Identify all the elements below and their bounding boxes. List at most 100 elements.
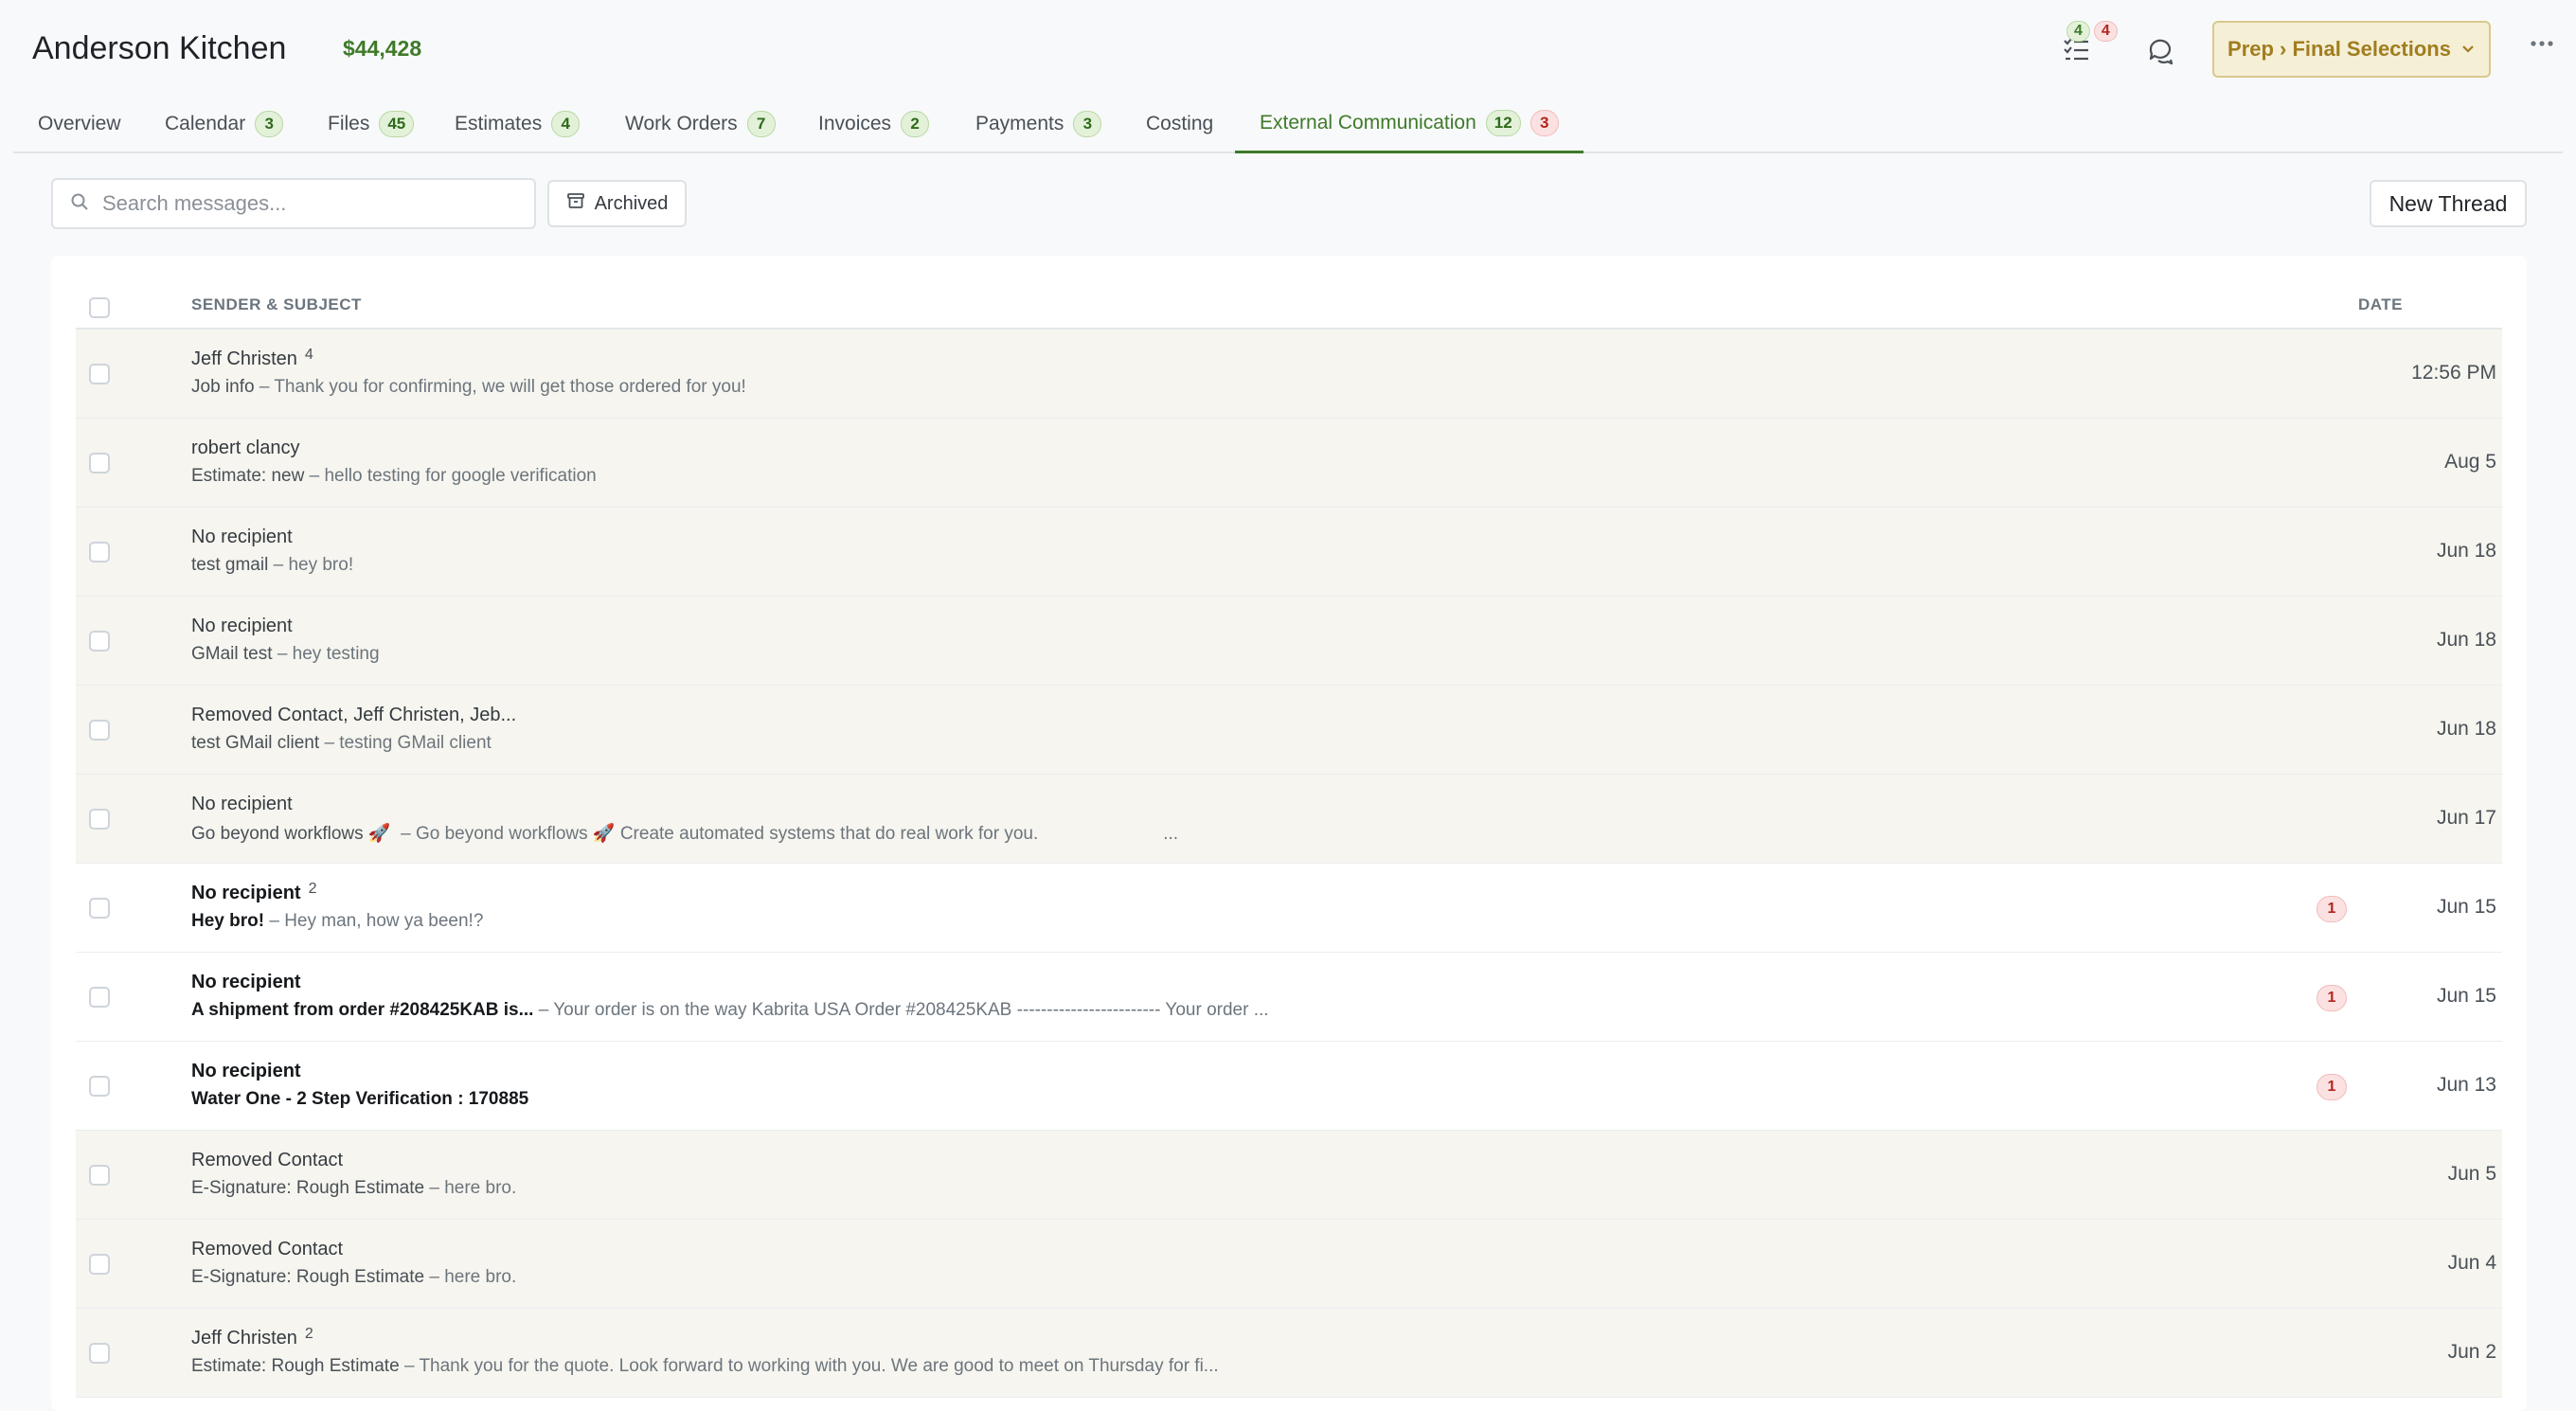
- tab-label: Overview: [38, 113, 121, 134]
- archived-label: Archived: [594, 192, 669, 214]
- message-subject: Hey bro!: [191, 911, 270, 931]
- row-checkbox[interactable]: [89, 631, 110, 652]
- tab-count-badge: 12: [1485, 109, 1521, 136]
- message-preview: – testing GMail client: [324, 733, 492, 753]
- chat-icon[interactable]: [2142, 32, 2180, 70]
- row-checkbox[interactable]: [89, 1076, 110, 1097]
- search-box[interactable]: [51, 178, 536, 229]
- message-preview: – here bro.: [429, 1178, 517, 1198]
- row-checkbox[interactable]: [89, 1343, 110, 1364]
- sender-name: Jeff Christen: [191, 1328, 297, 1348]
- sender-name: No recipient: [191, 527, 293, 547]
- row-checkbox[interactable]: [89, 809, 110, 830]
- tab-calendar[interactable]: Calendar 3: [165, 95, 284, 153]
- row-checkbox[interactable]: [89, 364, 110, 384]
- stage-dropdown-button[interactable]: Prep › Final Selections: [2212, 21, 2491, 78]
- message-row[interactable]: No recipient A shipment from order #2084…: [76, 953, 2502, 1042]
- row-checkbox[interactable]: [89, 1165, 110, 1186]
- message-date: Jun 13: [2436, 1074, 2496, 1096]
- message-date: Jun 15: [2436, 985, 2496, 1007]
- message-subject: test gmail: [191, 555, 274, 575]
- tab-overview[interactable]: Overview: [38, 95, 121, 153]
- sender-name: Removed Contact: [191, 1150, 344, 1170]
- message-subject: Water One - 2 Step Verification : 170885: [191, 1089, 529, 1109]
- tab-invoices[interactable]: Invoices 2: [818, 95, 930, 153]
- message-row[interactable]: No recipient Water One - 2 Step Verifica…: [76, 1042, 2502, 1131]
- chevron-down-icon: [2460, 37, 2476, 62]
- message-row[interactable]: No recipient Go beyond workflows 🚀 – Go …: [76, 775, 2502, 864]
- message-subject: Estimate: Rough Estimate: [191, 1356, 404, 1376]
- message-row[interactable]: No recipient 2 Hey bro! – Hey man, how ya…: [76, 864, 2502, 953]
- tab-estimates[interactable]: Estimates 4: [455, 95, 581, 153]
- message-preview: – here bro.: [429, 1267, 517, 1287]
- select-all-checkbox[interactable]: [89, 297, 110, 318]
- message-row[interactable]: No recipient GMail test – hey testing Ju…: [76, 597, 2502, 686]
- project-amount: $44,428: [343, 36, 422, 61]
- thread-count: 2: [308, 881, 317, 897]
- message-subject: Job info: [191, 377, 259, 397]
- message-preview: – hey testing: [277, 644, 380, 664]
- sender-name: No recipient: [191, 1061, 301, 1081]
- tab-bar: Overview Calendar 3 Files 45 Estimates 4…: [13, 95, 2563, 153]
- tab-external-communication[interactable]: External Communication 12 3: [1235, 95, 1583, 153]
- row-checkbox[interactable]: [89, 1254, 110, 1275]
- new-thread-button[interactable]: New Thread: [2370, 180, 2527, 227]
- search-icon: [70, 192, 89, 216]
- sender-name: No recipient: [191, 972, 301, 992]
- message-date: Jun 17: [2436, 807, 2496, 829]
- message-row[interactable]: No recipient test gmail – hey bro! Jun 1…: [76, 508, 2502, 597]
- tab-costing[interactable]: Costing: [1146, 95, 1213, 153]
- column-header-sender: SENDER & SUBJECT: [191, 295, 362, 313]
- sender-name: No recipient: [191, 616, 293, 636]
- message-subject: GMail test: [191, 644, 277, 664]
- unread-count-badge: 1: [2317, 896, 2347, 922]
- task-count-badges: 4 4: [2066, 21, 2118, 42]
- sender-name: No recipient: [191, 883, 301, 903]
- message-date: Jun 18: [2436, 629, 2496, 651]
- row-checkbox[interactable]: [89, 898, 110, 919]
- tab-label: Calendar: [165, 113, 246, 134]
- archived-button[interactable]: Archived: [547, 180, 687, 227]
- message-preview: – Thank you for the quote. Look forward …: [403, 1356, 1219, 1376]
- message-row[interactable]: Removed Contact E-Signature: Rough Estim…: [76, 1131, 2502, 1220]
- sender-name: Jeff Christen: [191, 348, 297, 369]
- row-checkbox[interactable]: [89, 542, 110, 563]
- row-checkbox[interactable]: [89, 453, 110, 473]
- tab-label: Invoices: [818, 113, 892, 134]
- column-header-date: DATE: [2358, 295, 2404, 313]
- tab-count-badge: 45: [379, 111, 415, 137]
- message-preview: – hey bro!: [273, 555, 354, 575]
- tab-files[interactable]: Files 45: [328, 95, 415, 153]
- message-rows: Jeff Christen 4 Job info – Thank you for …: [76, 330, 2502, 1398]
- unread-count-badge: 1: [2317, 1074, 2347, 1100]
- table-header: SENDER & SUBJECT DATE: [76, 275, 2502, 330]
- row-checkbox[interactable]: [89, 720, 110, 741]
- tab-count-badge: 2: [901, 111, 930, 137]
- row-checkbox[interactable]: [89, 987, 110, 1008]
- tab-label: External Communication: [1260, 111, 1476, 134]
- message-preview: – Your order is on the way Kabrita USA O…: [538, 1000, 1269, 1020]
- tab-count-badge: 4: [551, 111, 581, 137]
- page-header: Anderson Kitchen $44,428 4 4 Prep › Fina…: [0, 0, 2576, 100]
- message-subject: E-Signature: Rough Estimate: [191, 1267, 430, 1287]
- unread-count-badge: 1: [2317, 985, 2347, 1011]
- message-subject: test GMail client: [191, 733, 325, 753]
- sender-name: robert clancy: [191, 438, 300, 458]
- message-row[interactable]: Jeff Christen 2 Estimate: Rough Estimate …: [76, 1309, 2502, 1398]
- message-subject: E-Signature: Rough Estimate: [191, 1178, 430, 1198]
- tab-work-orders[interactable]: Work Orders 7: [625, 95, 776, 153]
- message-row[interactable]: robert clancy Estimate: new – hello test…: [76, 419, 2502, 508]
- message-subject: Estimate: new: [191, 466, 310, 486]
- more-icon[interactable]: [2525, 27, 2559, 61]
- archive-icon: [566, 191, 585, 216]
- thread-count: 4: [304, 347, 313, 363]
- message-row[interactable]: Removed Contact E-Signature: Rough Estim…: [76, 1220, 2502, 1309]
- tab-payments[interactable]: Payments 3: [975, 95, 1102, 153]
- message-row[interactable]: Jeff Christen 4 Job info – Thank you for …: [76, 330, 2502, 419]
- message-preview: – hello testing for google verification: [309, 466, 597, 486]
- sender-name: No recipient: [191, 794, 293, 814]
- sender-name: Removed Contact: [191, 1239, 344, 1259]
- search-input[interactable]: [102, 191, 500, 216]
- message-date: Aug 5: [2444, 451, 2496, 473]
- message-row[interactable]: Removed Contact, Jeff Christen, Jeb... t…: [76, 686, 2502, 775]
